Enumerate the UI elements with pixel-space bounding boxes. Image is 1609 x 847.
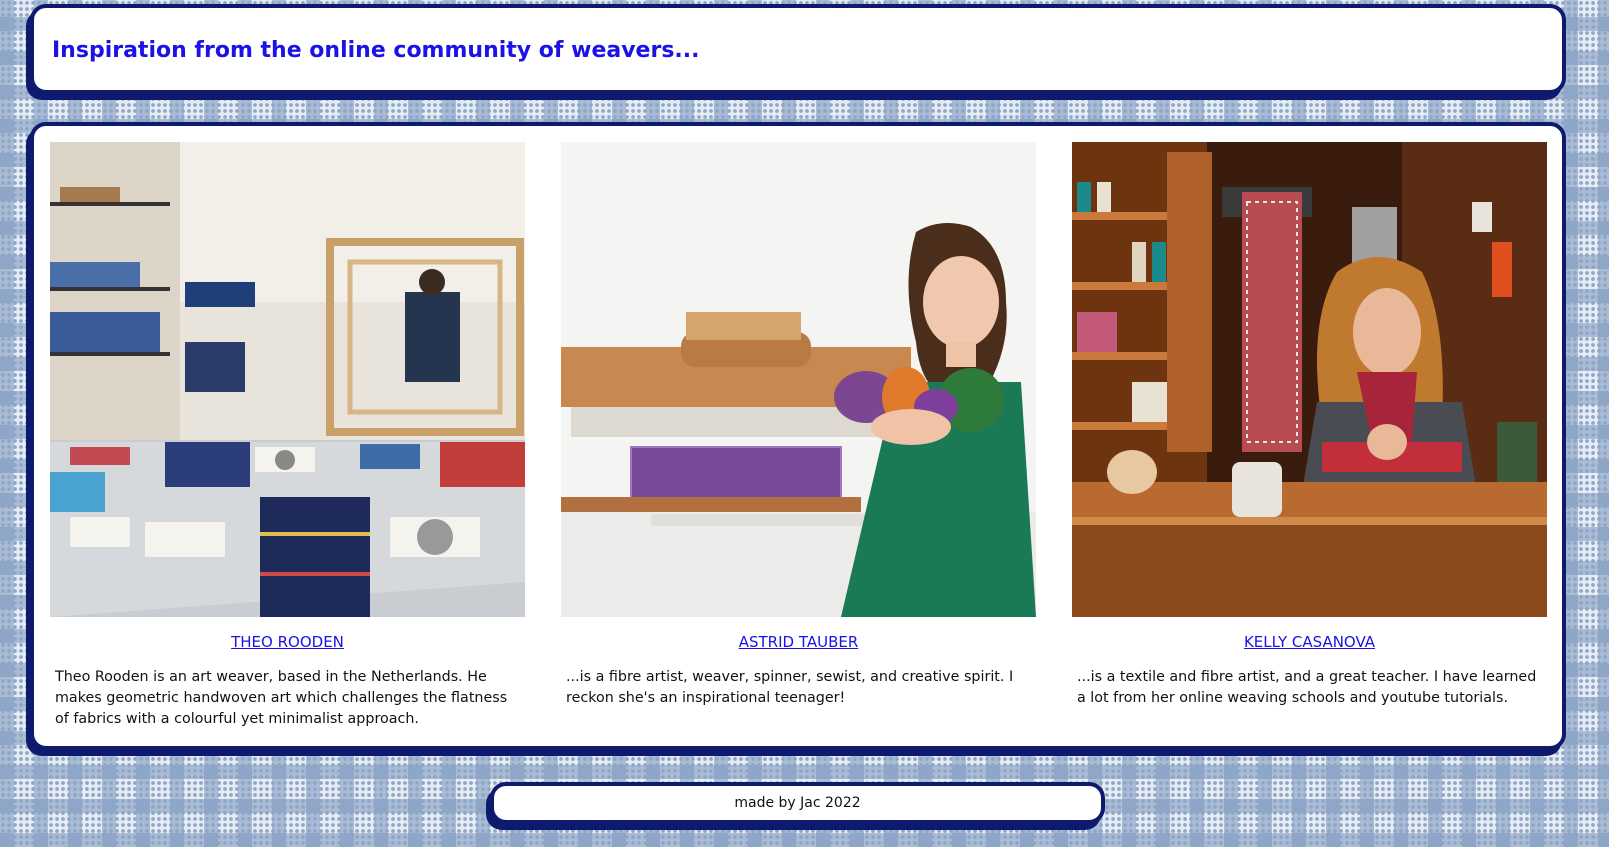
- weaver-card-astrid-tauber: ASTRID TAUBER ...is a fibre artist, weav…: [561, 142, 1036, 709]
- page-title: Inspiration from the online community of…: [52, 38, 700, 63]
- weaver-card-theo-rooden: THEO ROODEN Theo Rooden is an art weaver…: [50, 142, 525, 730]
- weaver-description-theo-rooden: Theo Rooden is an art weaver, based in t…: [55, 669, 508, 727]
- footer: made by Jac 2022: [490, 782, 1105, 824]
- kelly-casanova-shop-photo: [1072, 142, 1547, 617]
- weaver-description-astrid-tauber: ...is a fibre artist, weaver, spinner, s…: [566, 669, 1014, 706]
- weaver-link-kelly-casanova[interactable]: KELLY CASANOVA: [1072, 633, 1547, 651]
- weaver-link-astrid-tauber[interactable]: ASTRID TAUBER: [561, 633, 1036, 651]
- weaver-description-kelly-casanova: ...is a textile and fibre artist, and a …: [1077, 669, 1537, 706]
- theo-rooden-studio-photo: [50, 142, 525, 617]
- footer-credit: made by Jac 2022: [734, 795, 861, 811]
- weaver-card-kelly-casanova: KELLY CASANOVA ...is a textile and fibre…: [1072, 142, 1547, 709]
- astrid-tauber-loom-photo: [561, 142, 1036, 617]
- weaver-link-theo-rooden[interactable]: THEO ROODEN: [50, 633, 525, 651]
- weaver-gallery: THEO ROODEN Theo Rooden is an art weaver…: [30, 122, 1566, 750]
- header-card: Inspiration from the online community of…: [30, 4, 1566, 94]
